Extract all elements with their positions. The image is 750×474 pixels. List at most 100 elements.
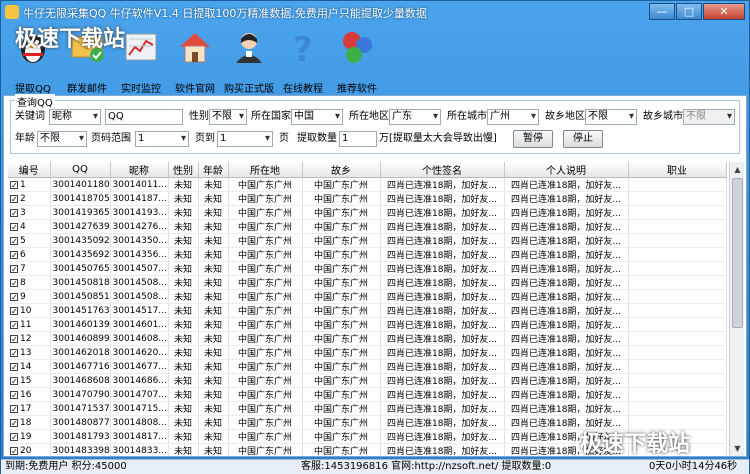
- column-header[interactable]: 所在地: [228, 162, 303, 178]
- table-row[interactable]: ✓ 13 3001462018 30014620... 未知 未知 中国广东广州 中国广东广州…: [8, 345, 727, 360]
- count-input[interactable]: 1: [339, 131, 377, 147]
- region-select[interactable]: 广东: [389, 109, 441, 125]
- page-from-select[interactable]: 1: [135, 131, 189, 147]
- column-header[interactable]: QQ: [50, 162, 111, 178]
- row-checkbox[interactable]: ✓: [10, 180, 18, 189]
- table-row[interactable]: ✓ 9 3001450851 30014508... 未知 未知 中国广东广州 中国广东广州四…: [8, 289, 727, 304]
- table-cell: 3001435092: [50, 233, 111, 248]
- table-cell: 四肖已连准18期，加好友...: [504, 359, 629, 374]
- page-to-select[interactable]: 1: [217, 131, 273, 147]
- row-checkbox[interactable]: ✓: [10, 404, 18, 413]
- row-checkbox[interactable]: ✓: [10, 348, 18, 357]
- city-select[interactable]: 广州: [487, 109, 539, 125]
- column-header[interactable]: 昵称: [110, 162, 169, 178]
- table-row[interactable]: ✓ 6 3001435692 30014356... 未知 未知 中国广东广州 中国广东广州四…: [8, 247, 727, 262]
- table-cell: [628, 205, 727, 220]
- column-header[interactable]: 编号: [8, 162, 51, 178]
- row-id-cell: ✓ 3: [8, 205, 51, 220]
- table-cell: 30014833...: [110, 443, 169, 456]
- keyword-input[interactable]: QQ: [105, 109, 183, 125]
- row-checkbox[interactable]: ✓: [10, 418, 18, 427]
- age-select[interactable]: 不限: [37, 131, 87, 147]
- row-number: 12: [20, 333, 32, 344]
- country-select[interactable]: 中国: [291, 109, 343, 125]
- table-cell: 中国广东广州: [302, 429, 381, 444]
- column-header[interactable]: 个性签名: [380, 162, 505, 178]
- row-checkbox[interactable]: ✓: [10, 320, 18, 329]
- table-cell: 3001451763: [50, 303, 111, 318]
- row-number: 15: [20, 375, 32, 386]
- table-cell: 四肖已连准18期，加好友...: [504, 191, 629, 206]
- stop-button[interactable]: 停止: [563, 130, 603, 148]
- table-row[interactable]: ✓ 1 3001401180 30014011... 未知 未知 中国广东广州 中国广东广州四…: [8, 177, 727, 192]
- status-account: 到期:免费用户 积分:45000: [5, 461, 127, 472]
- minimize-button[interactable]: —: [649, 3, 675, 20]
- row-checkbox[interactable]: ✓: [10, 194, 18, 203]
- table-cell: 中国广东广州: [302, 415, 381, 430]
- question-icon: ?: [285, 29, 321, 70]
- row-checkbox[interactable]: ✓: [10, 278, 18, 287]
- table-row[interactable]: ✓ 14 3001467716 30014677... 未知 未知 中国广东广州 中国广东广州…: [8, 359, 727, 374]
- table-row[interactable]: ✓ 12 3001460899 30014608... 未知 未知 中国广东广州 中国广东广州…: [8, 331, 727, 346]
- table-row[interactable]: ✓ 8 3001450818 30014508... 未知 未知 中国广东广州 中国广东广州四…: [8, 275, 727, 290]
- close-button[interactable]: ✕: [703, 3, 745, 20]
- status-timer: 0天0小时14分46秒: [649, 461, 738, 472]
- keyword-type-select[interactable]: 昵称: [49, 109, 101, 125]
- row-checkbox[interactable]: ✓: [10, 264, 18, 273]
- status-contact: 客服:1453196816 官网:http://nzsoft.net/ 提取数量…: [301, 461, 552, 472]
- row-checkbox[interactable]: ✓: [10, 334, 18, 343]
- table-cell: 中国广东广州: [302, 401, 381, 416]
- table-row[interactable]: ✓ 15 3001468608 30014686... 未知 未知 中国广东广州 中国广东广州…: [8, 373, 727, 388]
- table-row[interactable]: ✓ 16 3001470790 30014707... 未知 未知 中国广东广州 中国广东广州…: [8, 387, 727, 402]
- table-cell: 四肖已连准18期，加好友...: [380, 205, 505, 220]
- column-header[interactable]: 故乡: [302, 162, 381, 178]
- row-checkbox[interactable]: ✓: [10, 446, 18, 455]
- column-header[interactable]: 个人说明: [504, 162, 629, 178]
- table-cell: 四肖已连准18期，加好友...: [380, 177, 505, 192]
- maximize-button[interactable]: □: [676, 3, 702, 20]
- pause-button[interactable]: 暂停: [513, 130, 553, 148]
- gender-select[interactable]: 不限: [209, 109, 247, 125]
- column-header[interactable]: 年龄: [198, 162, 229, 178]
- table-row[interactable]: ✓ 3 3001419365 30014193... 未知 未知 中国广东广州 中国广东广州四…: [8, 205, 727, 220]
- table-cell: 未知: [168, 387, 199, 402]
- table-cell: 3001427639: [50, 219, 111, 234]
- table-cell: 四肖已连准18期，加好友...: [380, 359, 505, 374]
- row-checkbox[interactable]: ✓: [10, 306, 18, 315]
- row-checkbox[interactable]: ✓: [10, 432, 18, 441]
- row-id-cell: ✓ 9: [8, 289, 51, 304]
- table-cell: 未知: [168, 373, 199, 388]
- scroll-down-icon[interactable]: ▼: [730, 441, 745, 456]
- table-cell: 未知: [168, 317, 199, 332]
- table-row[interactable]: ✓ 7 3001450765 30014507... 未知 未知 中国广东广州 中国广东广州四…: [8, 261, 727, 276]
- row-checkbox[interactable]: ✓: [10, 222, 18, 231]
- scroll-thumb[interactable]: [732, 178, 743, 328]
- row-checkbox[interactable]: ✓: [10, 208, 18, 217]
- row-checkbox[interactable]: ✓: [10, 390, 18, 399]
- home-city-select[interactable]: 不限: [683, 109, 735, 125]
- table-cell: 30014808...: [110, 415, 169, 430]
- status-bar: 到期:免费用户 积分:45000 客服:1453196816 官网:http:/…: [1, 459, 749, 474]
- scroll-up-icon[interactable]: ▲: [730, 162, 745, 177]
- table-row[interactable]: ✓ 11 3001460139 30014601... 未知 未知 中国广东广州 中国广东广州…: [8, 317, 727, 332]
- row-checkbox[interactable]: ✓: [10, 376, 18, 385]
- row-checkbox[interactable]: ✓: [10, 236, 18, 245]
- vertical-scrollbar[interactable]: ▲ ▼: [729, 162, 744, 456]
- table-cell: 未知: [168, 205, 199, 220]
- table-row[interactable]: ✓ 5 3001435092 30014350... 未知 未知 中国广东广州 中国广东广州四…: [8, 233, 727, 248]
- table-row[interactable]: ✓ 2 3001418705 30014187... 未知 未知 中国广东广州 中国广东广州四…: [8, 191, 727, 206]
- table-cell: [628, 373, 727, 388]
- home-region-select[interactable]: 不限: [585, 109, 637, 125]
- table-cell: 中国广东广州: [228, 205, 303, 220]
- row-checkbox[interactable]: ✓: [10, 362, 18, 371]
- toolbar-recommend[interactable]: 推荐软件: [329, 25, 385, 95]
- table-cell: 中国广东广州: [302, 317, 381, 332]
- table-cell: 四肖已连准18期，加好友...: [504, 275, 629, 290]
- column-header[interactable]: 性别: [168, 162, 199, 178]
- column-header[interactable]: 职业: [628, 162, 727, 178]
- row-checkbox[interactable]: ✓: [10, 292, 18, 301]
- table-row[interactable]: ✓ 10 3001451763 30014517... 未知 未知 中国广东广州 中国广东广州…: [8, 303, 727, 318]
- row-checkbox[interactable]: ✓: [10, 250, 18, 259]
- table-row[interactable]: ✓ 4 3001427639 30014276... 未知 未知 中国广东广州 中国广东广州四…: [8, 219, 727, 234]
- table-row[interactable]: ✓ 17 3001471537 30014715... 未知 未知 中国广东广州 中国广东广州…: [8, 401, 727, 416]
